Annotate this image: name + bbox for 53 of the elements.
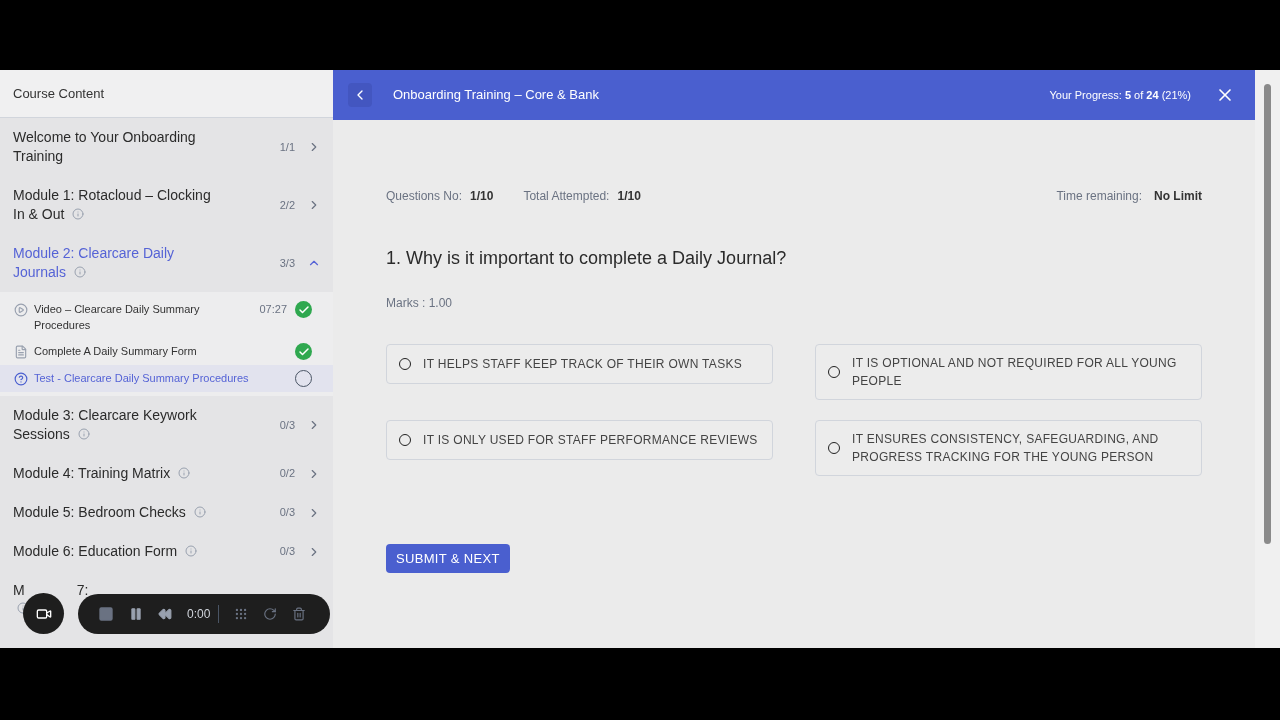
lesson-title: Complete A Daily Summary Form bbox=[34, 344, 197, 359]
module-count: 0/2 bbox=[279, 466, 295, 482]
course-title: Onboarding Training – Core & Bank bbox=[393, 86, 599, 105]
module-title: Module 4: Training Matrix bbox=[13, 465, 171, 481]
trash-icon[interactable] bbox=[292, 607, 307, 621]
pause-icon[interactable] bbox=[129, 607, 143, 621]
document-icon bbox=[14, 345, 28, 359]
time-label: Time remaining: bbox=[1056, 188, 1142, 205]
module-title: Module 2: Clearcare Daily Journals bbox=[13, 245, 175, 280]
answer-option[interactable]: IT IS ONLY USED FOR STAFF PERFORMANCE REVIEWS bbox=[386, 420, 773, 460]
module-title: Module 6: Education Form bbox=[13, 543, 178, 559]
camera-button[interactable] bbox=[23, 593, 64, 634]
lesson-item[interactable]: Video – Clearcare Daily Summary Procedures 07:27 bbox=[0, 296, 333, 338]
sidebar-title: Course Content bbox=[13, 84, 105, 103]
answer-option[interactable]: IT IS OPTIONAL AND NOT REQUIRED FOR ALL YOUNG PEOPLE bbox=[815, 344, 1202, 400]
complete-check-icon bbox=[295, 343, 312, 360]
restart-icon[interactable] bbox=[263, 607, 278, 621]
module-title: Module 1: Rotacloud – Clocking In & Out bbox=[13, 187, 211, 222]
rewind-icon[interactable] bbox=[158, 607, 172, 621]
question-text: 1. Why is it important to complete a Daily Journal? bbox=[386, 247, 788, 270]
submit-next-button[interactable]: SUBMIT & NEXT bbox=[386, 544, 510, 573]
module-title: M bbox=[13, 581, 25, 600]
stat-value: 1/10 bbox=[617, 188, 641, 205]
lesson-duration: 07:27 bbox=[259, 302, 287, 318]
marks-text: Marks : 1.00 bbox=[386, 295, 454, 312]
time-value: No Limit bbox=[1154, 188, 1202, 205]
module-count: 1/1 bbox=[279, 139, 295, 155]
module-count: 0/3 bbox=[279, 544, 295, 560]
stat-label: Total Attempted: bbox=[523, 188, 610, 205]
module-title: Welcome to Your Onboarding Training bbox=[13, 129, 196, 164]
answer-option[interactable]: IT ENSURES CONSISTENCY, SAFEGUARDING, AND PROGRESS TRACKING FOR THE YOUNG PERSON bbox=[815, 420, 1202, 476]
module-title: Module 3: Clearcare Keywork Sessions bbox=[13, 407, 197, 442]
stop-icon[interactable] bbox=[98, 606, 114, 622]
stat-label: Questions No: bbox=[386, 188, 463, 205]
module-title: Module 5: Bedroom Checks bbox=[13, 504, 186, 520]
stat-value: 1/10 bbox=[470, 188, 494, 205]
progress-text: Your Progress: 5 of 24 (21%) bbox=[1049, 87, 1191, 103]
module-count: 2/2 bbox=[279, 197, 295, 213]
module-count: 0/3 bbox=[279, 505, 295, 521]
answer-option[interactable]: IT HELPS STAFF KEEP TRACK OF THEIR OWN TASKS bbox=[386, 344, 773, 384]
complete-check-icon bbox=[295, 301, 312, 318]
lesson-title: Video – Clearcare Daily Summary Procedures bbox=[34, 302, 201, 333]
grip-icon[interactable] bbox=[234, 607, 249, 621]
question-icon bbox=[14, 372, 28, 386]
lesson-title: Test - Clearcare Daily Summary Procedures bbox=[34, 371, 249, 386]
module-count: 0/3 bbox=[279, 417, 295, 433]
module-count: 3/3 bbox=[279, 255, 295, 271]
module-title: 7: bbox=[76, 581, 89, 600]
lesson-item[interactable]: Test - Clearcare Daily Summary Procedures bbox=[0, 365, 333, 392]
lesson-item[interactable]: Complete A Daily Summary Form bbox=[0, 338, 333, 365]
recording-time: 0:00 bbox=[187, 605, 220, 623]
video-icon bbox=[14, 303, 28, 317]
back-button[interactable] bbox=[348, 83, 372, 107]
